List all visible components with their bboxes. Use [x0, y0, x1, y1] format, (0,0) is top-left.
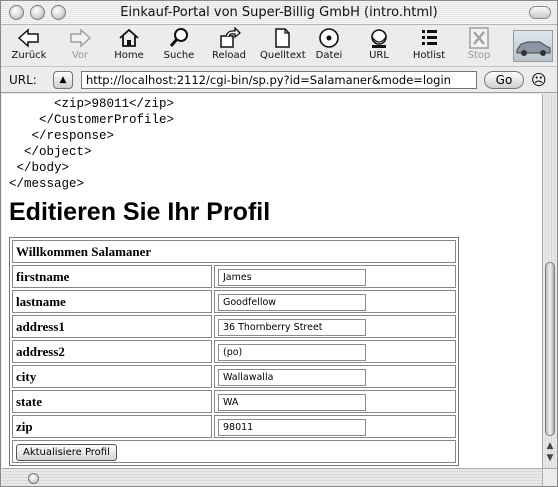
address2-cell — [214, 340, 456, 363]
scroll-up-arrow-icon[interactable]: ▲ — [544, 441, 556, 451]
zip-field[interactable] — [218, 418, 366, 436]
xml-line: </body> — [9, 161, 70, 175]
state-label: state — [12, 390, 212, 413]
search-icon — [169, 28, 188, 47]
xml-line: </CustomerProfile> — [9, 113, 175, 127]
firstname-field[interactable] — [218, 268, 366, 286]
forward-button[interactable]: Vor — [58, 27, 102, 65]
form-row-zip: zip — [12, 415, 456, 438]
xml-line: <zip>98011</zip> — [9, 97, 175, 111]
firstname-label: firstname — [12, 265, 212, 288]
resize-handle[interactable] — [542, 468, 557, 486]
form-row-state: state — [12, 390, 456, 413]
xml-line: </message> — [9, 177, 85, 191]
forward-arrow-icon — [70, 28, 92, 48]
vertical-scroll-thumb[interactable] — [545, 262, 555, 436]
lastname-field[interactable] — [218, 293, 366, 311]
page-content: <zip>98011</zip> </CustomerProfile> </re… — [2, 94, 542, 468]
horizontal-scrollbar[interactable] — [2, 468, 542, 486]
address1-label: address1 — [12, 315, 212, 338]
url-label: URL — [369, 50, 389, 61]
source-label: Quelltext — [260, 50, 306, 61]
profile-form: Willkommen Salamaner firstname lastname … — [9, 237, 459, 466]
browser-window: Einkauf-Portal von Super-Billig GmbH (in… — [0, 0, 558, 487]
status-smiley-icon: ☹ — [531, 71, 547, 89]
welcome-cell: Willkommen Salamaner — [12, 240, 456, 263]
scroll-down-arrow-icon[interactable]: ▼ — [544, 453, 556, 463]
toolbar: Zurück Vor Home Suche Reload Quelltext D… — [1, 25, 557, 67]
state-field[interactable] — [218, 393, 366, 411]
form-row-lastname: lastname — [12, 290, 456, 313]
hotlist-label: Hotlist — [412, 50, 446, 61]
updown-arrows-icon: ▲ — [59, 75, 67, 85]
browser-logo — [513, 30, 553, 62]
hotlist-button[interactable]: Hotlist — [407, 27, 451, 65]
source-icon — [275, 28, 290, 48]
vertical-scrollbar[interactable]: ▲ ▼ — [542, 94, 557, 468]
firstname-cell — [214, 265, 456, 288]
url-bar-label: URL: — [9, 73, 37, 87]
city-field[interactable] — [218, 368, 366, 386]
hotlist-icon — [422, 30, 437, 45]
lastname-label: lastname — [12, 290, 212, 313]
back-arrow-icon — [17, 28, 39, 48]
xml-line: </object> — [9, 145, 92, 159]
car-logo-icon — [516, 41, 551, 56]
url-bar: URL: ▲ http://localhost:2112/cgi-bin/sp.… — [1, 67, 557, 93]
home-icon — [119, 28, 139, 47]
update-profile-button[interactable]: Aktualisiere Profil — [16, 443, 117, 461]
home-button[interactable]: Home — [107, 27, 151, 65]
form-row-city: city — [12, 365, 456, 388]
toolbar-toggle-button[interactable] — [529, 6, 551, 19]
form-row-address1: address1 — [12, 315, 456, 338]
reload-icon — [220, 27, 241, 48]
form-row-welcome: Willkommen Salamaner — [12, 240, 456, 263]
reload-label: Reload — [211, 50, 247, 61]
title-bar[interactable]: Einkauf-Portal von Super-Billig GmbH (in… — [1, 1, 557, 25]
disc-icon — [319, 28, 339, 48]
lastname-cell — [214, 290, 456, 313]
forward-label: Vor — [71, 50, 89, 61]
form-row-firstname: firstname — [12, 265, 456, 288]
back-label: Zurück — [11, 50, 47, 61]
zip-cell — [214, 415, 456, 438]
stop-label: Stop — [467, 50, 491, 61]
search-label: Suche — [163, 50, 195, 61]
xml-source-text: <zip>98011</zip> </CustomerProfile> </re… — [9, 96, 174, 192]
url-field[interactable]: http://localhost:2112/cgi-bin/sp.py?id=S… — [81, 71, 477, 89]
go-button[interactable]: Go — [484, 71, 524, 89]
form-row-address2: address2 — [12, 340, 456, 363]
stop-button[interactable]: Stop — [457, 27, 501, 65]
url-button[interactable]: URL — [357, 27, 401, 65]
address1-cell — [214, 315, 456, 338]
zip-label: zip — [12, 415, 212, 438]
source-button[interactable]: Quelltext — [260, 27, 306, 65]
city-label: city — [12, 365, 212, 388]
horizontal-scroll-thumb[interactable] — [28, 473, 39, 484]
page-heading: Editieren Sie Ihr Profil — [9, 198, 271, 226]
submit-cell: Aktualisiere Profil — [12, 440, 456, 463]
file-button[interactable]: Datei — [307, 27, 351, 65]
url-icon — [371, 29, 387, 48]
home-label: Home — [114, 50, 144, 61]
url-history-popup[interactable]: ▲ — [53, 71, 73, 89]
file-label: Datei — [315, 50, 343, 61]
state-cell — [214, 390, 456, 413]
xml-line: </response> — [9, 129, 115, 143]
search-button[interactable]: Suche — [157, 27, 201, 65]
reload-button[interactable]: Reload — [207, 27, 251, 65]
address2-field[interactable] — [218, 343, 366, 361]
city-cell — [214, 365, 456, 388]
window-title: Einkauf-Portal von Super-Billig GmbH (in… — [120, 5, 438, 20]
address2-label: address2 — [12, 340, 212, 363]
form-row-submit: Aktualisiere Profil — [12, 440, 456, 463]
address1-field[interactable] — [218, 318, 366, 336]
stop-icon — [469, 27, 489, 49]
back-button[interactable]: Zurück — [7, 27, 51, 65]
